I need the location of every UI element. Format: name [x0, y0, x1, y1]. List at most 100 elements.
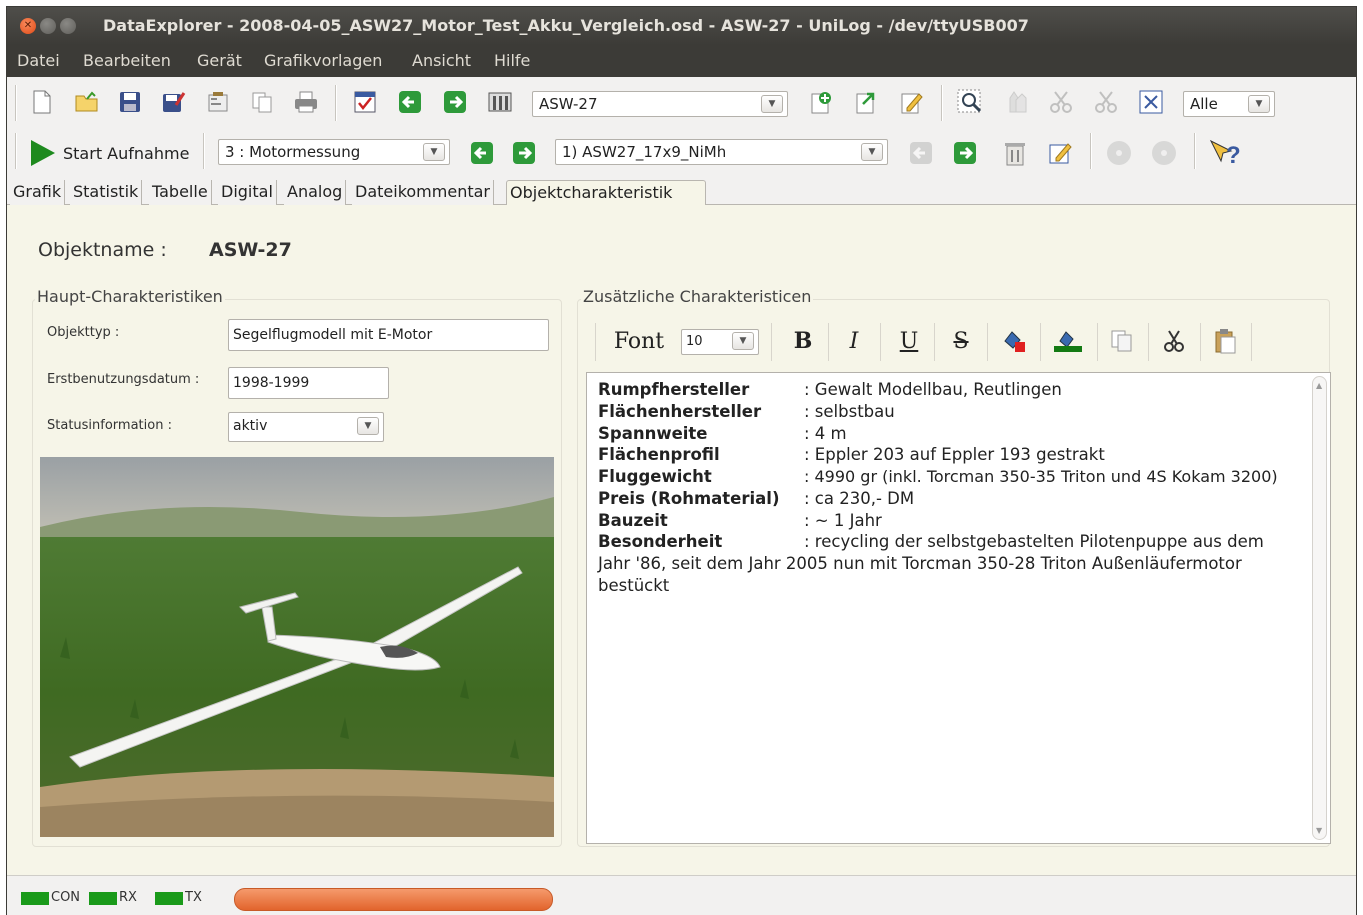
disc-icon[interactable] — [1106, 140, 1132, 166]
editor-row: Spannweite: 4 m — [598, 424, 847, 443]
tab-objektcharakteristik[interactable]: Objektcharakteristik — [506, 180, 706, 205]
new-file-icon[interactable] — [29, 89, 55, 115]
next-record-icon[interactable] — [952, 140, 978, 166]
first-use-date-label: Erstbenutzungsdatum : — [47, 372, 200, 387]
menu-geraet[interactable]: Gerät — [197, 51, 242, 70]
object-name-value: ASW-27 — [209, 239, 292, 261]
editor-row: Flächenhersteller : selbstbau — [598, 402, 895, 421]
row-key: Bauzeit — [598, 511, 668, 530]
checklist-icon[interactable] — [352, 89, 378, 115]
object-type-field[interactable]: Segelflugmodell mit E-Motor — [228, 319, 549, 351]
row-key: Rumpfhersteller — [598, 380, 750, 399]
edit-record-icon[interactable] — [1047, 140, 1073, 166]
italic-button[interactable]: I — [838, 325, 870, 357]
row-value: : 4990 gr (inkl. Torcman 350-35 Triton u… — [804, 467, 1278, 486]
status-bar: CON RX TX — [7, 875, 1356, 915]
menu-bar: Datei Bearbeiten Gerät Grafikvorlagen An… — [7, 45, 1356, 77]
tx-led-indicator — [155, 892, 183, 905]
first-use-date-field[interactable]: 1998-1999 — [228, 367, 389, 399]
cut-text-icon[interactable] — [1158, 325, 1190, 357]
main-toolbar: ASW-27 ▼ Alle ▼ — [7, 79, 1356, 127]
row-key: Fluggewicht — [598, 467, 712, 486]
export-object-icon[interactable] — [853, 89, 879, 115]
menu-bearbeiten[interactable]: Bearbeiten — [83, 51, 171, 70]
arrow-left-icon[interactable] — [397, 89, 423, 115]
font-button[interactable]: Font — [609, 325, 669, 357]
prev-device-icon[interactable] — [469, 140, 495, 166]
strikethrough-button[interactable]: S — [945, 325, 977, 357]
editor-scrollbar[interactable]: ▲ ▼ — [1312, 376, 1327, 840]
start-recording-button[interactable]: Start Aufnahme — [29, 139, 189, 167]
print-icon[interactable] — [293, 89, 319, 115]
save-as-icon[interactable] — [161, 89, 187, 115]
progress-bar — [234, 888, 553, 911]
record-select-value: 1) ASW27_17x9_NiMh — [562, 143, 727, 161]
row-value: : recycling der selbstgebastelten Pilote… — [804, 532, 1264, 551]
minimize-window-button[interactable] — [40, 18, 56, 34]
tab-statistik[interactable]: Statistik — [70, 180, 143, 205]
characteristics-text-editor[interactable]: Rumpfhersteller: Gewalt Modellbau, Reutl… — [586, 372, 1331, 844]
maximize-window-button[interactable] — [60, 18, 76, 34]
tab-digital[interactable]: Digital — [218, 180, 277, 205]
disc-search-icon[interactable] — [1151, 140, 1177, 166]
copy-icon[interactable] — [249, 89, 275, 115]
paste-text-icon[interactable] — [1209, 325, 1241, 357]
menu-grafikvorlagen[interactable]: Grafikvorlagen — [264, 51, 382, 70]
bold-button[interactable]: B — [787, 325, 819, 357]
font-size-select[interactable]: 10 ▼ — [681, 329, 759, 355]
add-object-icon[interactable] — [808, 89, 834, 115]
arrow-right-icon[interactable] — [442, 89, 468, 115]
object-characteristics-panel: Objektname : ASW-27 Haupt-Charakteristik… — [7, 205, 1356, 875]
status-label: Statusinformation : — [47, 418, 172, 433]
device-select[interactable]: 3 : Motormessung ▼ — [218, 139, 450, 165]
start-recording-label: Start Aufnahme — [63, 143, 190, 163]
con-led-label: CON — [51, 890, 81, 905]
chevron-down-icon: ▼ — [1248, 95, 1270, 113]
text-color-icon[interactable] — [998, 325, 1030, 357]
properties-icon[interactable] — [205, 89, 231, 115]
cut-graph-icon[interactable] — [1048, 89, 1074, 115]
edit-object-icon[interactable] — [898, 89, 924, 115]
prev-record-icon[interactable] — [908, 140, 934, 166]
object-select-value: ASW-27 — [539, 95, 598, 113]
menu-hilfe[interactable]: Hilfe — [494, 51, 530, 70]
tab-grafik[interactable]: Grafik — [10, 180, 66, 205]
scope-select[interactable]: Alle ▼ — [1183, 91, 1275, 117]
font-size-value: 10 — [686, 334, 703, 349]
open-folder-icon[interactable] — [74, 89, 100, 115]
tab-tabelle[interactable]: Tabelle — [149, 180, 212, 205]
close-window-button[interactable]: ✕ — [20, 18, 36, 34]
fit-icon[interactable] — [1138, 89, 1164, 115]
context-help-icon[interactable]: ? — [1209, 139, 1243, 167]
tab-analog[interactable]: Analog — [284, 180, 347, 205]
pan-icon[interactable] — [1003, 89, 1029, 115]
next-device-icon[interactable] — [511, 140, 537, 166]
object-type-label: Objekttyp : — [47, 325, 120, 340]
object-settings-icon[interactable] — [487, 89, 513, 115]
row-value: : selbstbau — [804, 402, 895, 421]
copy-text-icon[interactable] — [1106, 325, 1138, 357]
delete-icon[interactable] — [1002, 140, 1028, 166]
menu-ansicht[interactable]: Ansicht — [412, 51, 471, 70]
underline-button[interactable]: U — [893, 325, 925, 357]
status-select[interactable]: aktiv ▼ — [228, 412, 384, 442]
scroll-up-icon[interactable]: ▲ — [1316, 381, 1322, 390]
device-select-value: 3 : Motormessung — [225, 143, 361, 161]
text-format-toolbar: Font 10 ▼ B I U S — [595, 317, 1252, 367]
cut-graph2-icon[interactable] — [1093, 89, 1119, 115]
object-name-label: Objektname : — [38, 239, 167, 261]
editor-row: Flächenprofil: Eppler 203 auf Eppler 193… — [598, 445, 1105, 464]
scroll-down-icon[interactable]: ▼ — [1316, 826, 1322, 835]
tab-dateikommentar[interactable]: Dateikommentar — [352, 180, 494, 205]
row-key: Flächenhersteller — [598, 402, 762, 421]
rx-led-label: RX — [119, 890, 137, 905]
menu-datei[interactable]: Datei — [17, 51, 60, 70]
save-icon[interactable] — [117, 89, 143, 115]
row-value: : Eppler 203 auf Eppler 193 gestrakt — [804, 445, 1105, 464]
record-select[interactable]: 1) ASW27_17x9_NiMh ▼ — [555, 139, 888, 165]
chevron-down-icon: ▼ — [423, 143, 445, 161]
tx-led-label: TX — [185, 890, 202, 905]
object-select[interactable]: ASW-27 ▼ — [532, 91, 788, 117]
zoom-icon[interactable] — [957, 89, 983, 115]
background-color-icon[interactable] — [1050, 325, 1086, 357]
